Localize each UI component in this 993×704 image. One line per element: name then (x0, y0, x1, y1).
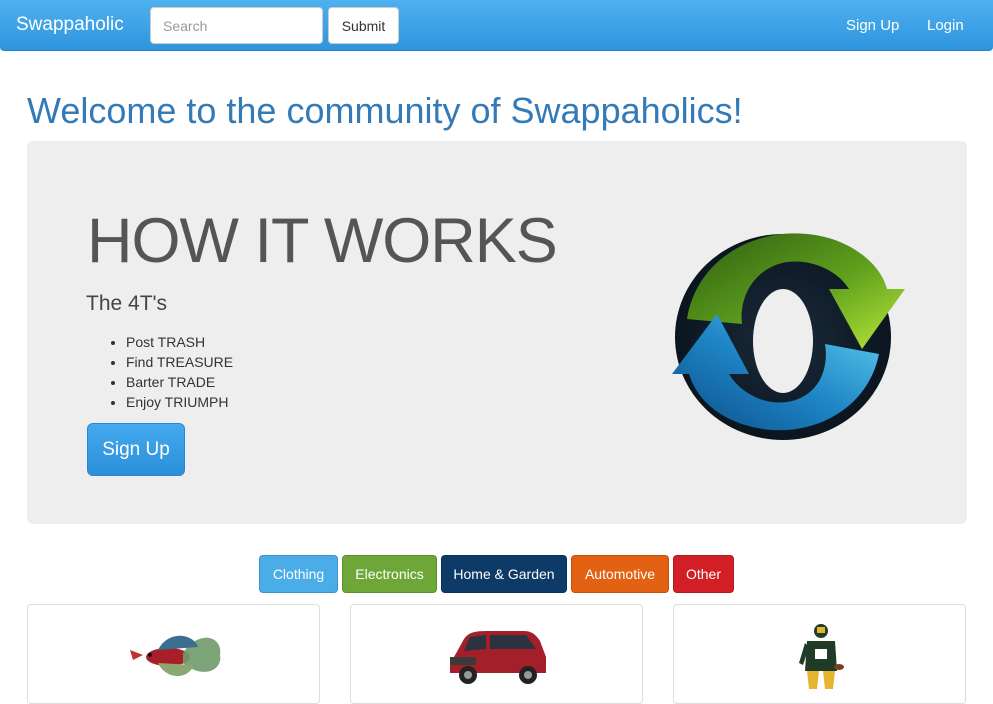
nav-signup-link[interactable]: Sign Up (846, 17, 899, 34)
category-home-garden-button[interactable]: Home & Garden (441, 555, 567, 593)
step-item: Find TREASURE (126, 352, 233, 372)
step-item: Barter TRADE (126, 372, 233, 392)
steps-list: Post TRASH Find TREASURE Barter TRADE En… (104, 332, 233, 412)
search-input[interactable] (150, 7, 323, 44)
betta-fish-image (130, 635, 221, 677)
step-item: Enjoy TRIUMPH (126, 392, 233, 412)
page-title: Welcome to the community of Swappaholics… (27, 90, 743, 131)
submit-button[interactable]: Submit (328, 7, 399, 44)
how-it-works-heading: HOW IT WORKS (87, 206, 558, 276)
category-automotive-button[interactable]: Automotive (571, 555, 669, 593)
item-card[interactable] (27, 604, 320, 704)
red-suv-image (450, 631, 546, 684)
top-navbar: Swappaholic Submit Sign Up Login (0, 0, 993, 51)
how-it-works-jumbotron: HOW IT WORKS The 4T's Post TRASH Find TR… (27, 141, 967, 524)
item-card[interactable] (350, 604, 643, 704)
brand-logo[interactable]: Swappaholic (16, 14, 124, 36)
four-ts-subheading: The 4T's (86, 292, 168, 315)
category-clothing-button[interactable]: Clothing (259, 555, 338, 593)
swap-arrows-icon (672, 233, 905, 440)
step-item: Post TRASH (126, 332, 233, 352)
category-electronics-button[interactable]: Electronics (342, 555, 437, 593)
jumbotron-signup-button[interactable]: Sign Up (87, 423, 185, 476)
nav-login-link[interactable]: Login (927, 17, 964, 34)
item-card[interactable] (673, 604, 966, 704)
category-other-button[interactable]: Other (673, 555, 734, 593)
